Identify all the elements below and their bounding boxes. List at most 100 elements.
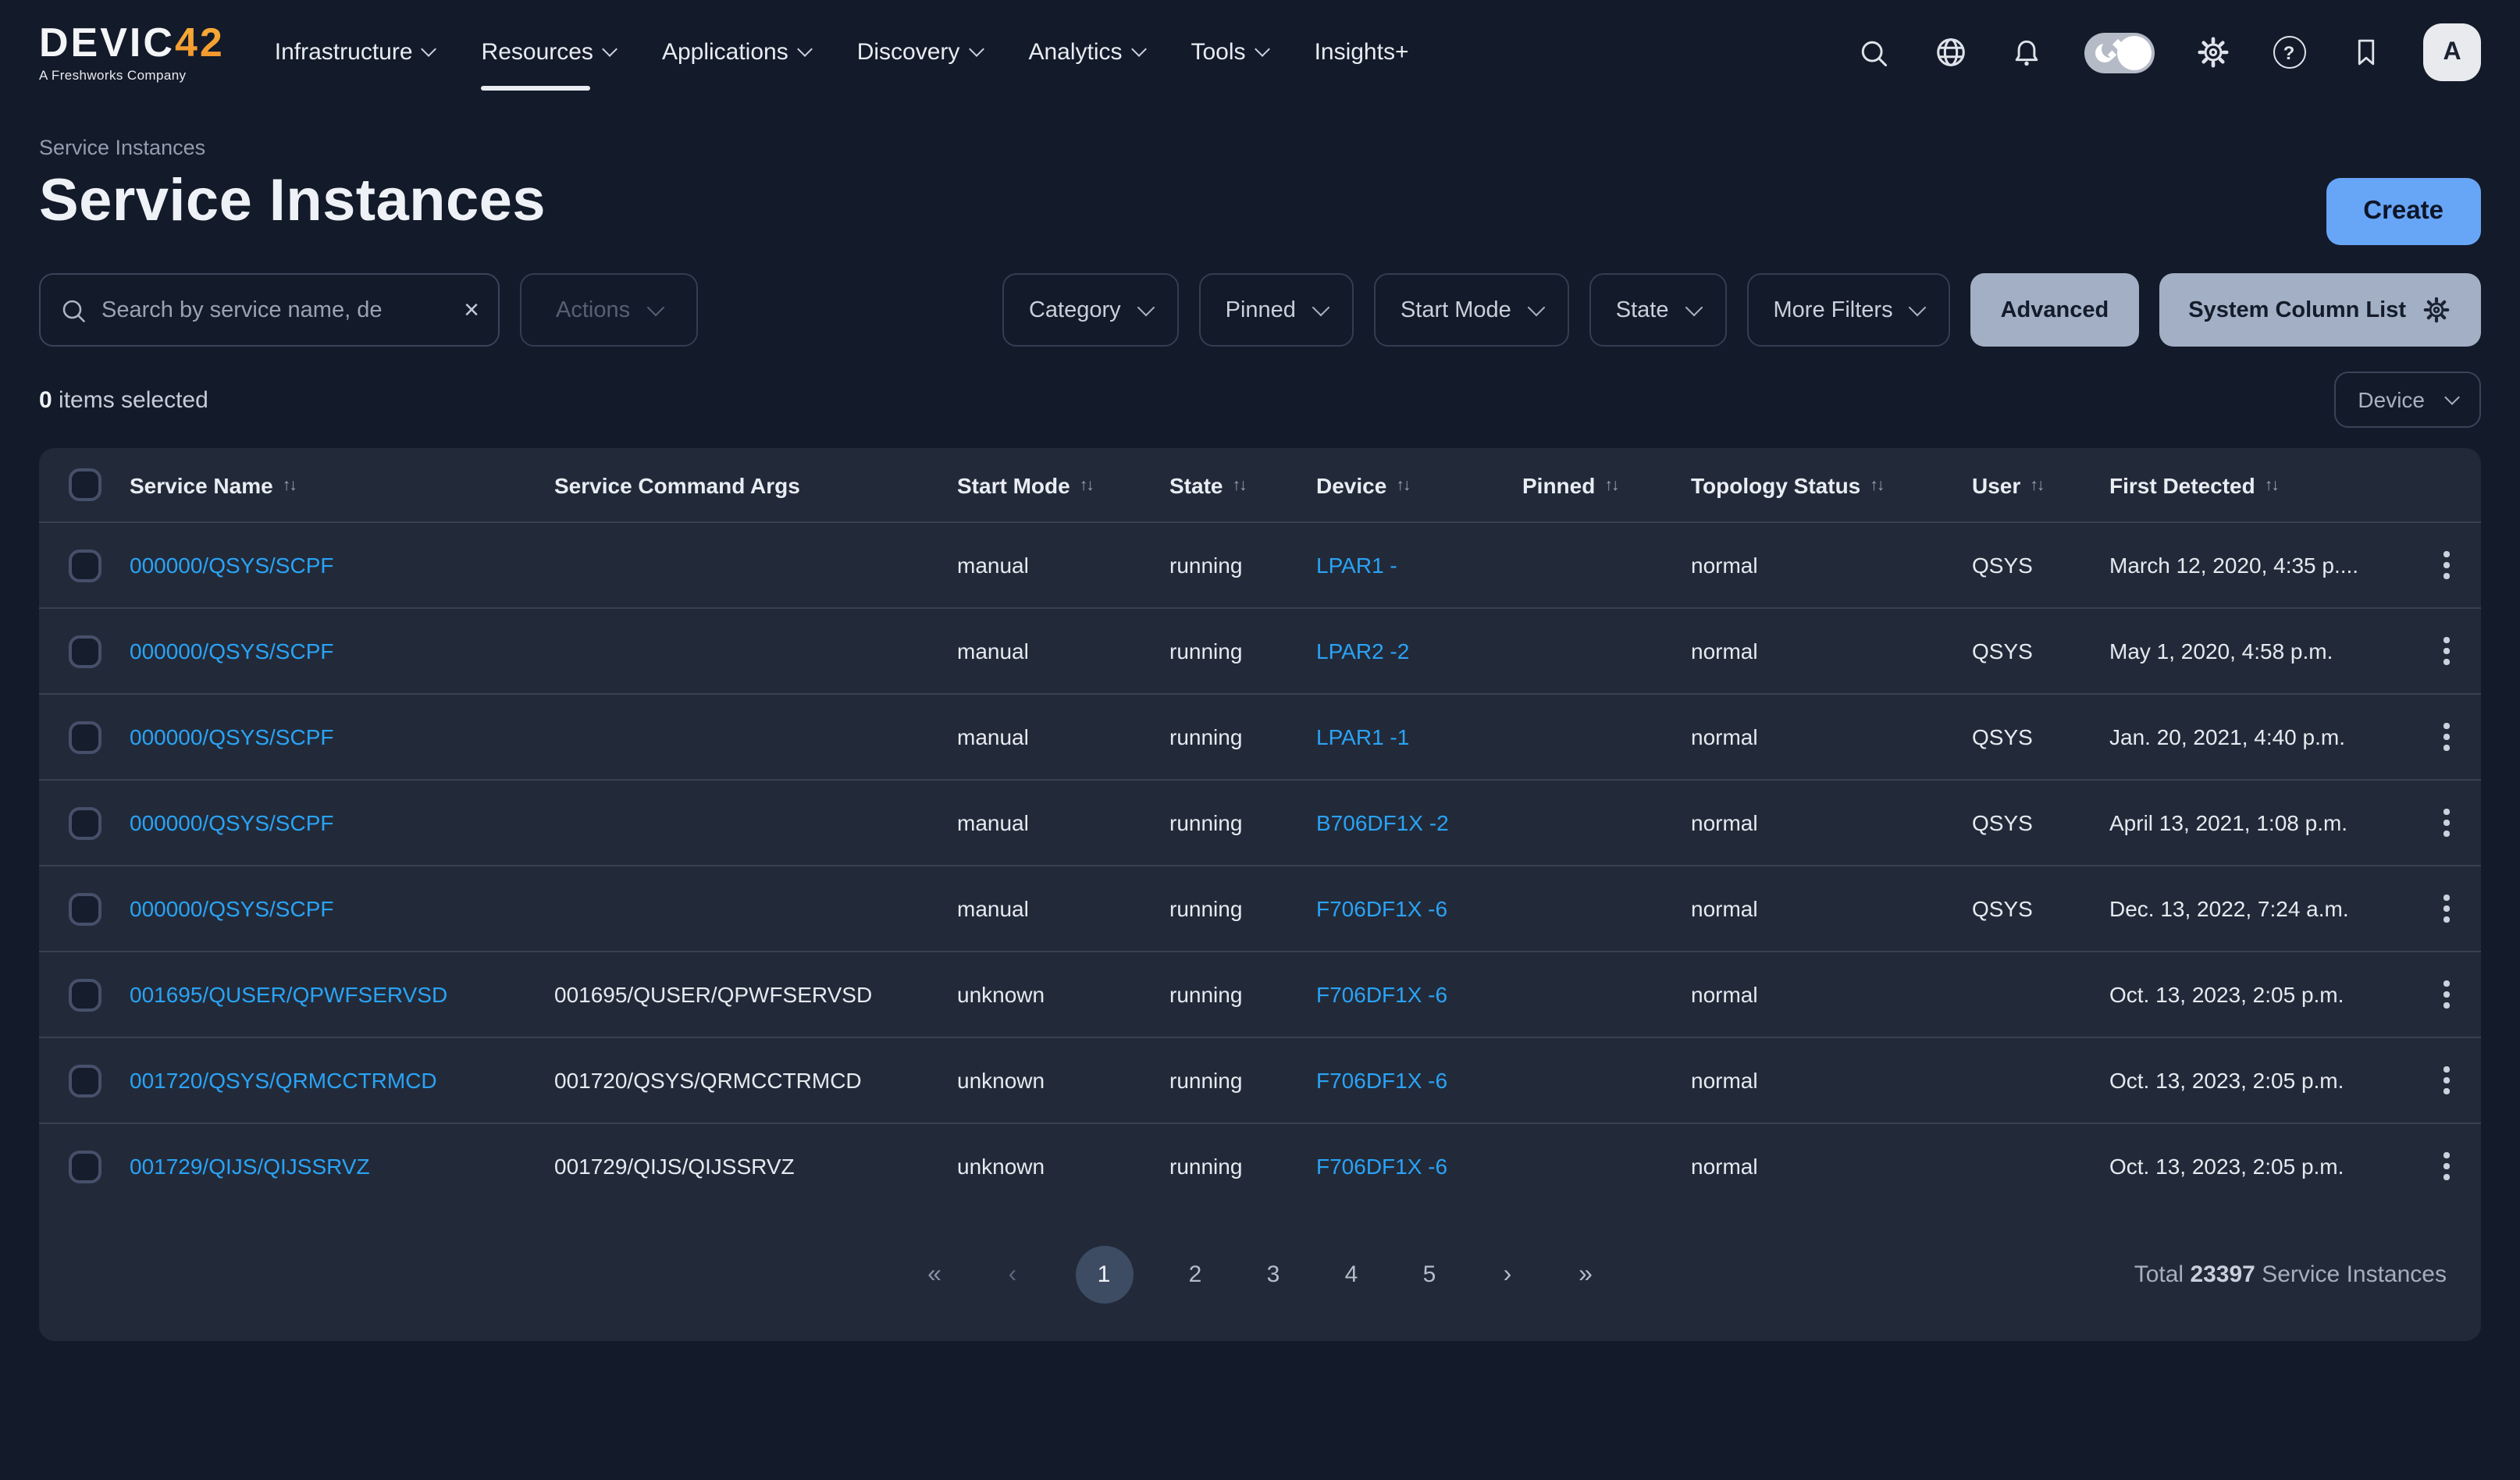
sort-icon[interactable]: ↑↓ <box>1232 475 1245 494</box>
device-link[interactable]: F706DF1X -6 <box>1316 1068 1447 1093</box>
nav-resources[interactable]: Resources <box>482 23 615 81</box>
chevron-down-icon <box>646 298 664 316</box>
row-menu-kebab-icon[interactable] <box>2438 546 2456 585</box>
search-icon[interactable] <box>1855 34 1892 71</box>
breadcrumb[interactable]: Service Instances <box>0 105 2520 159</box>
row-checkbox[interactable] <box>68 635 101 667</box>
nav-insights-plus[interactable]: Insights+ <box>1315 23 1409 81</box>
table-row: 000000/QSYS/SCPF manual running LPAR1 - … <box>39 521 2481 607</box>
sort-icon[interactable]: ↑↓ <box>1080 475 1093 494</box>
row-checkbox[interactable] <box>68 978 101 1011</box>
filter-category[interactable]: Category <box>1002 273 1179 347</box>
filter-pinned[interactable]: Pinned <box>1199 273 1354 347</box>
nav-analytics[interactable]: Analytics <box>1028 23 1144 81</box>
col-first-detected[interactable]: First Detected↑↓ <box>2109 472 2412 497</box>
row-menu-kebab-icon[interactable] <box>2438 717 2456 757</box>
pagination-last[interactable]: » <box>1570 1261 1601 1289</box>
col-service-name[interactable]: Service Name↑↓ <box>130 472 554 497</box>
sort-icon[interactable]: ↑↓ <box>283 475 296 494</box>
system-column-list-button[interactable]: System Column List <box>2159 273 2481 347</box>
service-name-link[interactable]: 000000/QSYS/SCPF <box>130 553 334 578</box>
utility-icon-bar: ? A <box>1855 23 2481 81</box>
table-row: 000000/QSYS/SCPF manual running LPAR1 -1… <box>39 693 2481 779</box>
clear-search-icon[interactable]: × <box>464 297 479 323</box>
device-link[interactable]: F706DF1X -6 <box>1316 1154 1447 1179</box>
service-command-args: 001720/QSYS/QRMCCTRMCD <box>554 1068 957 1093</box>
pagination-page-3[interactable]: 3 <box>1258 1261 1289 1288</box>
search-box[interactable]: × <box>39 273 500 347</box>
device-link[interactable]: LPAR2 -2 <box>1316 639 1409 664</box>
start-mode: unknown <box>957 982 1169 1007</box>
sort-icon[interactable]: ↑↓ <box>1870 475 1883 494</box>
pagination-next[interactable]: › <box>1492 1261 1523 1289</box>
nav-applications[interactable]: Applications <box>662 23 810 81</box>
row-checkbox[interactable] <box>68 1064 101 1097</box>
advanced-button[interactable]: Advanced <box>1971 273 2139 347</box>
state: running <box>1169 639 1316 664</box>
col-topology-status[interactable]: Topology Status↑↓ <box>1691 472 1972 497</box>
nav-discovery[interactable]: Discovery <box>857 23 982 81</box>
col-device[interactable]: Device↑↓ <box>1316 472 1522 497</box>
sort-icon[interactable]: ↑↓ <box>2030 475 2043 494</box>
device-column-dropdown[interactable]: Device <box>2334 372 2481 428</box>
select-all-checkbox[interactable] <box>68 468 101 501</box>
pagination-page-4[interactable]: 4 <box>1336 1261 1367 1288</box>
row-menu-kebab-icon[interactable] <box>2438 1147 2456 1186</box>
sort-icon[interactable]: ↑↓ <box>1604 475 1618 494</box>
row-checkbox[interactable] <box>68 549 101 582</box>
pagination-page-5[interactable]: 5 <box>1414 1261 1445 1288</box>
row-checkbox[interactable] <box>68 720 101 753</box>
row-menu-kebab-icon[interactable] <box>2438 1061 2456 1101</box>
service-name-link[interactable]: 000000/QSYS/SCPF <box>130 810 334 835</box>
search-input[interactable] <box>101 297 450 322</box>
row-menu-kebab-icon[interactable] <box>2438 803 2456 843</box>
service-name-link[interactable]: 001729/QIJS/QIJSSRVZ <box>130 1154 370 1179</box>
pagination-page-2[interactable]: 2 <box>1180 1261 1211 1288</box>
pagination-first[interactable]: « <box>919 1261 950 1289</box>
row-menu-kebab-icon[interactable] <box>2438 975 2456 1015</box>
help-icon[interactable]: ? <box>2270 34 2308 71</box>
actions-dropdown[interactable]: Actions <box>520 273 697 347</box>
start-mode: manual <box>957 896 1169 921</box>
filter-state[interactable]: State <box>1589 273 1727 347</box>
nav-infrastructure[interactable]: Infrastructure <box>275 23 435 81</box>
dark-mode-toggle[interactable] <box>2084 32 2155 73</box>
row-menu-kebab-icon[interactable] <box>2438 631 2456 671</box>
device-link[interactable]: LPAR1 -1 <box>1316 724 1409 749</box>
chevron-down-icon <box>1312 298 1330 316</box>
service-name-link[interactable]: 000000/QSYS/SCPF <box>130 896 334 921</box>
row-checkbox[interactable] <box>68 806 101 839</box>
col-state[interactable]: State↑↓ <box>1169 472 1316 497</box>
filter-start-mode[interactable]: Start Mode <box>1374 273 1569 347</box>
service-name-link[interactable]: 000000/QSYS/SCPF <box>130 639 334 664</box>
table-row: 000000/QSYS/SCPF manual running B706DF1X… <box>39 779 2481 865</box>
user-avatar[interactable]: A <box>2423 23 2481 81</box>
device-link[interactable]: F706DF1X -6 <box>1316 982 1447 1007</box>
topology-status: normal <box>1691 639 1972 664</box>
col-user[interactable]: User↑↓ <box>1972 472 2109 497</box>
globe-icon[interactable] <box>1931 34 1969 71</box>
nav-tools[interactable]: Tools <box>1191 23 1268 81</box>
col-start-mode[interactable]: Start Mode↑↓ <box>957 472 1169 497</box>
device-link[interactable]: B706DF1X -2 <box>1316 810 1449 835</box>
service-name-link[interactable]: 001695/QUSER/QPWFSERVSD <box>130 982 447 1007</box>
pagination-prev[interactable]: ‹ <box>997 1261 1028 1289</box>
sort-icon[interactable]: ↑↓ <box>1396 475 1409 494</box>
device-link[interactable]: F706DF1X -6 <box>1316 896 1447 921</box>
notifications-bell-icon[interactable] <box>2008 34 2045 71</box>
device42-logo[interactable]: DEVIC42 A Freshworks Company <box>39 23 225 83</box>
row-checkbox[interactable] <box>68 892 101 925</box>
create-button[interactable]: Create <box>2326 178 2481 245</box>
filter-more-filters[interactable]: More Filters <box>1747 273 1951 347</box>
row-menu-kebab-icon[interactable] <box>2438 889 2456 929</box>
bookmark-icon[interactable] <box>2347 34 2384 71</box>
service-name-link[interactable]: 000000/QSYS/SCPF <box>130 724 334 749</box>
row-checkbox[interactable] <box>68 1150 101 1183</box>
pagination-page-1[interactable]: 1 <box>1075 1246 1133 1304</box>
settings-gear-icon[interactable] <box>2194 34 2231 71</box>
service-name-link[interactable]: 001720/QSYS/QRMCCTRMCD <box>130 1068 437 1093</box>
device-link[interactable]: LPAR1 - <box>1316 553 1397 578</box>
start-mode: manual <box>957 553 1169 578</box>
col-pinned[interactable]: Pinned↑↓ <box>1522 472 1691 497</box>
sort-icon[interactable]: ↑↓ <box>2265 475 2278 494</box>
